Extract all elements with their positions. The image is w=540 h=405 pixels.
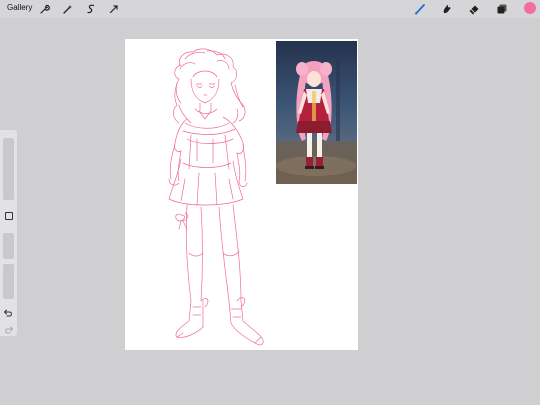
opacity-slider-upper[interactable] — [3, 233, 14, 259]
eraser-icon[interactable] — [468, 3, 480, 15]
redo-icon[interactable] — [3, 322, 14, 334]
gallery-button[interactable]: Gallery — [7, 3, 32, 12]
brush-size-slider[interactable] — [3, 138, 14, 200]
wrench-icon[interactable] — [38, 3, 50, 15]
transform-arrow-icon[interactable] — [108, 3, 120, 15]
smudge-icon[interactable] — [441, 3, 453, 15]
magic-wand-icon[interactable] — [62, 3, 74, 15]
color-picker-button[interactable] — [524, 2, 536, 14]
left-sidebar — [0, 130, 17, 336]
drawing-canvas[interactable] — [125, 39, 358, 350]
square-modify-icon[interactable] — [5, 212, 13, 220]
brush-icon[interactable] — [414, 3, 426, 15]
character-sketch — [168, 48, 264, 346]
reference-image — [276, 41, 357, 184]
top-toolbar: Gallery — [0, 0, 540, 18]
layers-icon[interactable] — [496, 3, 508, 15]
opacity-slider[interactable] — [3, 264, 14, 299]
undo-icon[interactable] — [3, 305, 14, 317]
selection-icon[interactable] — [85, 3, 97, 15]
